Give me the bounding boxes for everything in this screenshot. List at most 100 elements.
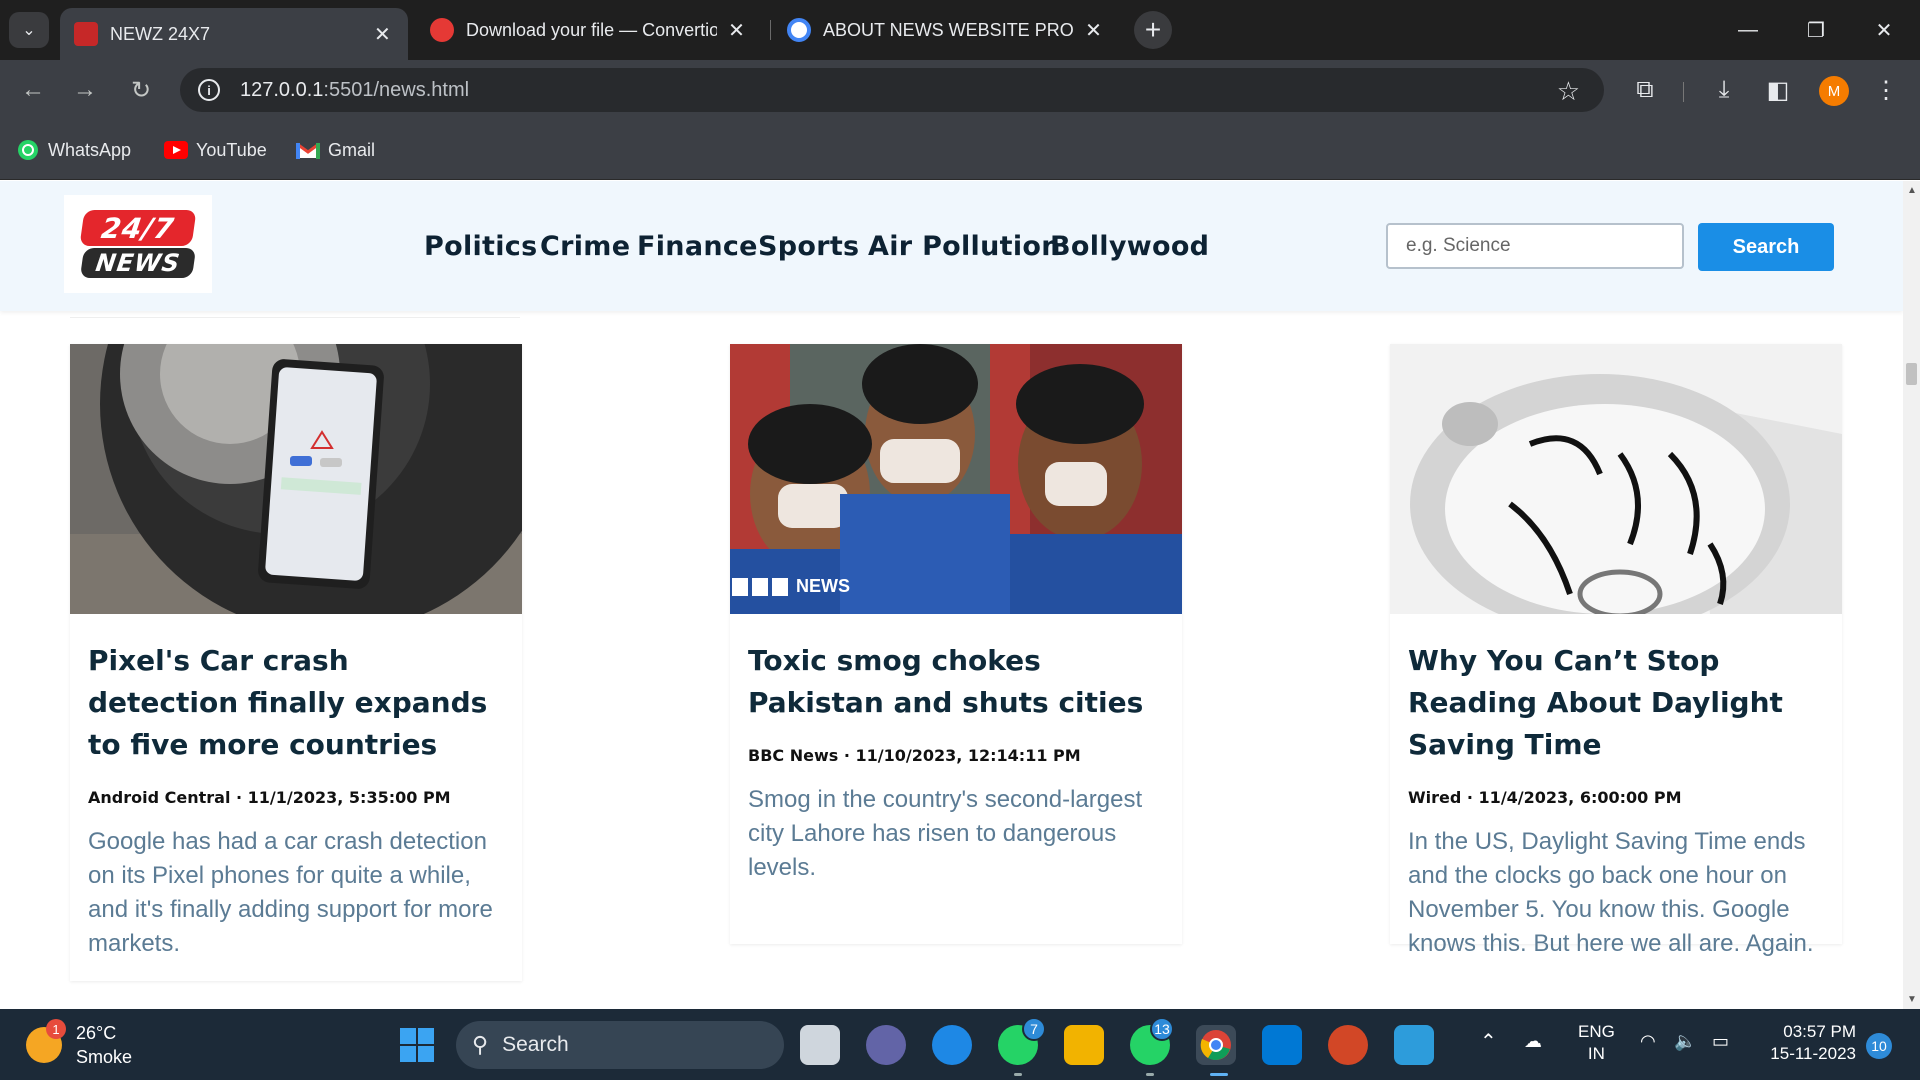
reload-icon: ↻ — [130, 76, 152, 104]
new-tab-button[interactable]: + — [1134, 11, 1172, 49]
task-view-icon[interactable] — [800, 1025, 840, 1065]
article-title[interactable]: Pixel's Car crash detection finally expa… — [88, 640, 504, 766]
tab-convertio[interactable]: Download your file — Convertio ✕ — [416, 8, 762, 52]
tab-about-news[interactable]: ABOUT NEWS WEBSITE PROJECT ✕ — [773, 8, 1119, 52]
address-bar[interactable]: i 127.0.0.1:5501/news.html ☆ — [180, 68, 1604, 112]
article-description: Smog in the country's second-largest cit… — [748, 786, 1143, 881]
bbc-news-watermark: NEWS — [796, 576, 850, 596]
site-info-icon[interactable]: i — [198, 79, 220, 101]
chevron-down-icon: ⌄ — [22, 22, 36, 39]
news-card[interactable]: Why You Can’t Stop Reading About Dayligh… — [1390, 344, 1842, 957]
cloud-warning-icon[interactable]: ☁ — [1524, 1031, 1542, 1052]
forward-button[interactable]: → — [64, 69, 106, 111]
teams-icon[interactable] — [866, 1025, 906, 1065]
side-panel-icon[interactable]: ◧ — [1760, 72, 1796, 108]
scroll-down-icon[interactable]: ▼ — [1907, 994, 1917, 1005]
battery-icon[interactable]: ▭ — [1712, 1031, 1729, 1052]
close-icon[interactable]: ✕ — [725, 18, 748, 43]
search-label: Search — [502, 1033, 569, 1056]
taskbar-search[interactable]: ⚲ Search — [456, 1021, 784, 1069]
bookmarks-bar: WhatsApp YouTube Gmail — [0, 120, 1920, 180]
url-host: 127.0.0.1 — [240, 78, 324, 101]
volume-icon[interactable]: 🔈 — [1674, 1031, 1696, 1052]
nav-air-pollution[interactable]: Air Pollution — [868, 231, 1061, 262]
search-input[interactable] — [1386, 223, 1684, 269]
news-card[interactable]: NEWS Toxic smog chokes Pakistan and shut… — [730, 344, 1182, 944]
bookmark-label: YouTube — [196, 139, 267, 160]
lang-top: ENG — [1578, 1022, 1615, 1041]
restore-icon: ❐ — [1807, 19, 1825, 42]
clock-date: 15-11-2023 — [1770, 1044, 1856, 1063]
bookmark-whatsapp[interactable]: WhatsApp — [16, 138, 131, 162]
whatsapp-icon — [16, 138, 40, 162]
article-meta: Android Central · 11/1/2023, 5:35:00 PM — [88, 788, 451, 807]
tab-search-button[interactable]: ⌄ — [9, 12, 49, 48]
tab-title: NEWZ 24X7 — [110, 23, 211, 44]
search-button[interactable]: Search — [1698, 223, 1834, 271]
whatsapp2-badge: 13 — [1150, 1017, 1174, 1041]
bookmark-gmail[interactable]: Gmail — [296, 138, 375, 162]
chevron-up-icon[interactable]: ⌃ — [1480, 1029, 1497, 1054]
windows-icon — [400, 1028, 434, 1062]
article-title[interactable]: Toxic smog chokes Pakistan and shuts cit… — [748, 640, 1164, 724]
vscode-icon[interactable] — [1262, 1025, 1302, 1065]
close-icon[interactable]: ✕ — [371, 22, 394, 47]
article-description: In the US, Daylight Saving Time ends and… — [1408, 828, 1814, 957]
minimize-icon: — — [1738, 18, 1758, 41]
language-indicator[interactable]: ENG IN — [1578, 1021, 1615, 1065]
logo-top-text: 24/7 — [79, 210, 197, 246]
powerpoint-icon[interactable] — [1328, 1025, 1368, 1065]
tab-strip: ⌄ NEWZ 24X7 ✕ Download your file — Conve… — [0, 0, 1920, 60]
article-image: NEWS — [730, 344, 1182, 614]
nav-politics[interactable]: Politics — [424, 231, 538, 262]
notification-badge[interactable]: 10 — [1866, 1033, 1892, 1059]
chrome-icon[interactable] — [1196, 1025, 1236, 1065]
newz-favicon-icon — [74, 22, 98, 46]
plus-icon: + — [1144, 14, 1162, 45]
nav-crime[interactable]: Crime — [540, 231, 630, 262]
youtube-icon — [164, 138, 188, 162]
menu-kebab-icon[interactable]: ⋮ — [1868, 72, 1904, 108]
photos-icon[interactable] — [1394, 1025, 1434, 1065]
edge-icon[interactable] — [932, 1025, 972, 1065]
clock[interactable]: 03:57 PM 15-11-2023 — [1760, 1021, 1856, 1065]
nav-finance[interactable]: Finance — [637, 231, 758, 262]
tab-newz[interactable]: NEWZ 24X7 ✕ — [60, 8, 408, 60]
weather-widget[interactable]: 26°C Smoke — [76, 1021, 132, 1069]
clock-time: 03:57 PM — [1783, 1022, 1856, 1041]
article-meta: BBC News · 11/10/2023, 12:14:11 PM — [748, 746, 1081, 765]
minimize-button[interactable]: — — [1728, 12, 1768, 48]
search-icon: ⚲ — [472, 1032, 489, 1057]
close-icon: ✕ — [1875, 19, 1893, 42]
article-title[interactable]: Why You Can’t Stop Reading About Dayligh… — [1408, 640, 1824, 766]
site-logo[interactable]: 24/7 NEWS — [64, 195, 212, 293]
restore-button[interactable]: ❐ — [1796, 12, 1836, 48]
previous-card-edge — [70, 312, 520, 318]
wifi-icon[interactable]: ◠ — [1640, 1031, 1656, 1052]
news-card[interactable]: Pixel's Car crash detection finally expa… — [70, 344, 522, 981]
convertio-favicon-icon — [430, 18, 454, 42]
scroll-up-icon[interactable]: ▲ — [1907, 185, 1917, 196]
scrollbar-thumb[interactable] — [1906, 363, 1917, 385]
article-meta: Wired · 11/4/2023, 6:00:00 PM — [1408, 788, 1682, 807]
reload-button[interactable]: ↻ — [120, 69, 162, 111]
bookmark-youtube[interactable]: YouTube — [164, 138, 267, 162]
extensions-icon[interactable]: ⧉ — [1627, 72, 1663, 108]
page-scrollbar[interactable]: ▲ ▼ — [1903, 181, 1920, 1009]
nav-sports[interactable]: Sports — [758, 231, 859, 262]
close-icon[interactable]: ✕ — [1082, 18, 1105, 43]
profile-avatar[interactable]: M — [1819, 76, 1849, 106]
nav-bollywood[interactable]: Bollywood — [1050, 231, 1209, 262]
bookmark-label: WhatsApp — [48, 139, 132, 160]
close-window-button[interactable]: ✕ — [1864, 12, 1904, 48]
back-button[interactable]: ← — [12, 69, 54, 111]
logo-bottom-text: NEWS — [79, 248, 197, 278]
download-icon[interactable]: ⤓ — [1706, 72, 1742, 108]
file-explorer-icon[interactable] — [1064, 1025, 1104, 1065]
start-button[interactable] — [397, 1025, 437, 1065]
weather-desc: Smoke — [76, 1047, 133, 1067]
tab-title: ABOUT NEWS WEBSITE PROJECT — [823, 19, 1074, 40]
article-image — [1390, 344, 1842, 614]
lang-bottom: IN — [1587, 1044, 1605, 1063]
bookmark-star-icon[interactable]: ☆ — [1557, 76, 1580, 107]
